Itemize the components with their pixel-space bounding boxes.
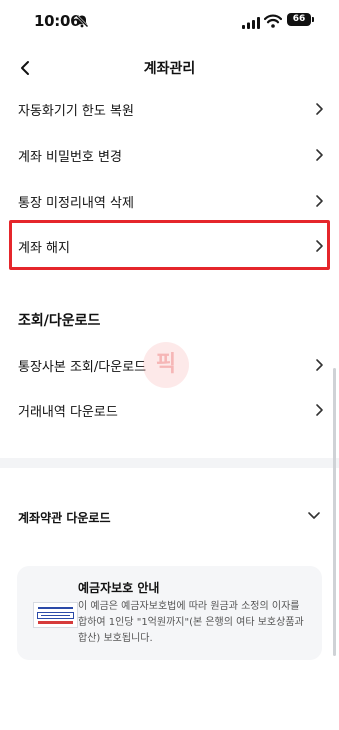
deposit-protection-card: 예금자보호 안내 이 예금은 예금자보호법에 따라 원금과 소정의 이자를 합하… [17,566,322,660]
menu-item-delete-passbook-records[interactable]: 통장 미정리내역 삭제 [0,179,339,223]
card-body: 이 예금은 예금자보호법에 따라 원금과 소정의 이자를 합하여 1인당 "1억… [78,601,304,644]
battery-icon: 66 [287,13,314,26]
section-divider [0,458,339,468]
chevron-right-icon [316,404,323,416]
section-title: 조회/다운로드 [18,313,101,329]
scrollbar[interactable] [333,368,336,656]
menu-item-label: 거래내역 다운로드 [18,405,118,420]
card-title: 예금자보호 안내 [78,581,160,595]
terms-title: 계좌약관 다운로드 [18,511,111,525]
wifi-icon [263,13,283,28]
menu-item-change-password[interactable]: 계좌 비밀번호 변경 [0,133,339,177]
menu-item-label: 통장 미정리내역 삭제 [18,196,134,211]
watermark-logo: 픽 [143,342,189,388]
chevron-right-icon [316,195,323,207]
menu-item-label: 자동화기기 한도 복원 [18,104,134,119]
highlight-box [9,220,330,270]
menu-item-atm-limit-restore[interactable]: 자동화기기 한도 복원 [0,87,339,131]
menu-item-label: 계좌 비밀번호 변경 [18,150,122,165]
app-header: 계좌관리 [0,48,339,88]
page-title: 계좌관리 [143,61,196,77]
chevron-down-icon [308,512,320,519]
cellular-signal-icon [242,14,260,29]
chevron-right-icon [316,149,323,161]
menu-item-transaction-download[interactable]: 거래내역 다운로드 [0,388,339,432]
status-bar: 10:06 66 [0,0,339,40]
bell-muted-icon [74,13,90,29]
terms-download-toggle[interactable]: 계좌약관 다운로드 [0,496,339,538]
chevron-right-icon [316,103,323,115]
chevron-right-icon [316,359,323,371]
deposit-protection-logo [33,602,78,628]
menu-item-label: 통장사본 조회/다운로드 [18,360,147,375]
